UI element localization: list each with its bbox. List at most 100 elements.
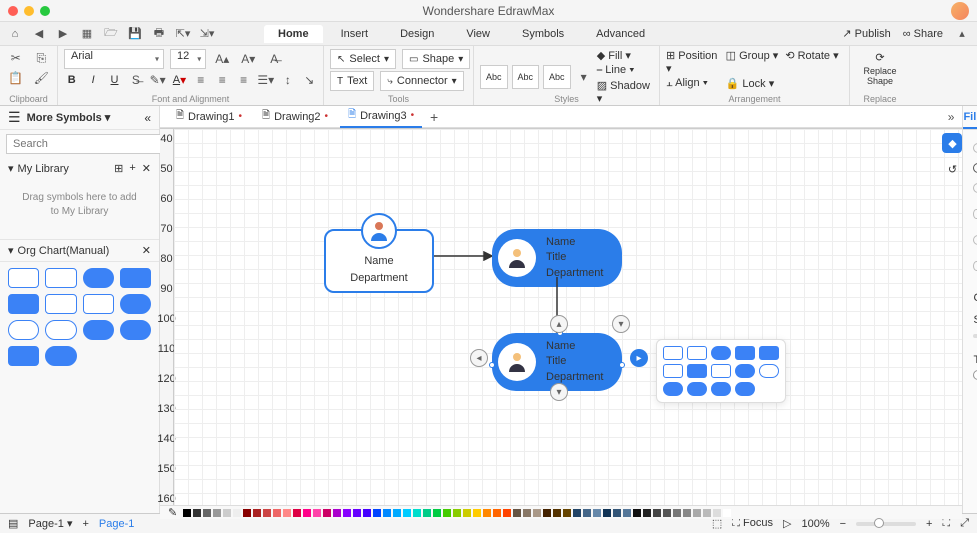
color-swatch[interactable] [443,509,451,517]
shape-item[interactable] [83,320,114,340]
tab-advanced[interactable]: Advanced [582,25,659,43]
text-tool[interactable]: T Text [330,71,374,91]
replace-shape-btn[interactable]: ⟳ Replace Shape [856,49,904,88]
close-tab-icon[interactable]: • [239,111,243,122]
chevron-left-icon[interactable]: ◀ [32,27,46,41]
shape-tool[interactable]: ▭ Shape ▾ [402,49,470,69]
minimize-window[interactable] [24,6,34,16]
tab-view[interactable]: View [452,25,504,43]
paste-icon[interactable]: 📋 [6,69,26,87]
underline-icon[interactable]: U [107,71,122,89]
zoom-value[interactable]: 100% [801,518,829,530]
color-swatch[interactable] [303,509,311,517]
extra-btn[interactable]: ▾ [612,315,630,333]
shape-item[interactable] [45,320,76,340]
new-icon[interactable]: ▦ [80,27,94,41]
page-selector[interactable]: Page-1 ▾ [28,517,72,530]
add-down-btn[interactable]: ▾ [550,383,568,401]
doc-tab[interactable]: 🗎 Drawing2• [254,106,336,127]
color-swatch[interactable] [333,509,341,517]
share-button[interactable]: ∞ Share [903,28,943,40]
lock-btn[interactable]: 🔒 Lock ▾ [726,77,784,90]
color-swatch[interactable] [703,509,711,517]
align-right-icon[interactable]: ≡ [236,71,251,89]
color-swatch[interactable] [293,509,301,517]
fill-option[interactable]: Single color gradient fill [973,198,977,230]
close-lib-icon[interactable]: ✕ [142,162,151,175]
close-section-icon[interactable]: ✕ [142,244,151,257]
font-size-select[interactable]: 12▾ [170,49,206,69]
maximize-window[interactable] [40,6,50,16]
color-swatch[interactable] [453,509,461,517]
home-icon[interactable]: ⌂ [8,27,22,41]
add-tab-btn[interactable]: + [426,109,442,125]
add-page-btn[interactable]: + [82,518,88,530]
connector-tool[interactable]: ⤷ Connector ▾ [380,71,463,91]
more-font-icon[interactable]: ↘ [302,71,317,89]
fill-dropdown[interactable]: ◆ Fill ▾ [597,49,653,62]
doc-tab[interactable]: 🗎 Drawing1• [168,106,250,127]
color-swatch[interactable] [643,509,651,517]
shape-item[interactable] [45,294,76,314]
color-swatch[interactable] [533,509,541,517]
color-swatch[interactable] [473,509,481,517]
mini-shape[interactable] [687,346,707,360]
select-tool[interactable]: ↖ Select ▾ [330,49,396,69]
drawing-canvas[interactable]: NameDepartment NameTitleDepartment NameT… [174,129,962,505]
export-icon[interactable]: ⇱▾ [176,27,190,41]
color-swatch[interactable] [583,509,591,517]
color-swatch[interactable] [683,509,691,517]
mini-shape[interactable] [687,382,707,396]
color-swatch[interactable] [203,509,211,517]
color-swatch[interactable] [263,509,271,517]
pin-icon[interactable]: ⊞ [114,162,123,175]
shape-item[interactable] [8,294,39,314]
bucket-icon[interactable]: ◆ [942,133,962,153]
color-swatch[interactable] [243,509,251,517]
color-swatch[interactable] [673,509,681,517]
add-right-btn[interactable]: ▸ [630,349,648,367]
color-swatch[interactable] [603,509,611,517]
save-icon[interactable]: 💾 [128,27,142,41]
color-swatch[interactable] [213,509,221,517]
color-swatch[interactable] [523,509,531,517]
color-swatch[interactable] [353,509,361,517]
add-icon[interactable]: + [129,162,135,175]
open-icon[interactable]: 🗁 [104,27,118,41]
hamburger-icon[interactable]: ☰ [8,109,21,126]
align-center-icon[interactable]: ≡ [215,71,230,89]
color-swatch[interactable] [653,509,661,517]
publish-button[interactable]: ↗ Publish [842,27,890,40]
color-swatch[interactable] [413,509,421,517]
print-icon[interactable]: 🖶 [152,27,166,41]
user-avatar[interactable] [951,2,969,20]
color-swatch[interactable] [313,509,321,517]
style-more-icon[interactable]: ▾ [575,68,593,86]
tab-symbols[interactable]: Symbols [508,25,578,43]
style-preset-2[interactable]: Abc [512,65,540,89]
color-swatch[interactable] [253,509,261,517]
shade-slider[interactable] [973,334,977,338]
page-tab[interactable]: Page-1 [99,518,134,530]
mini-shape[interactable] [711,382,731,396]
color-swatch[interactable] [663,509,671,517]
color-swatch[interactable] [183,509,191,517]
fill-option[interactable]: No fill [973,138,977,158]
color-swatch[interactable] [503,509,511,517]
add-left-btn[interactable]: ◂ [470,349,488,367]
line-dropdown[interactable]: ⎯ Line ▾ [597,64,653,77]
close-tab-icon[interactable]: • [411,110,415,121]
align-left-icon[interactable]: ≡ [193,71,208,89]
color-swatch[interactable] [273,509,281,517]
expand-props-icon[interactable]: » [948,110,955,124]
org-node-box[interactable]: NameDepartment [324,229,434,293]
fill-option[interactable]: Gradient fill [973,178,977,198]
color-swatch[interactable] [383,509,391,517]
mini-shape[interactable] [711,364,731,378]
add-up-btn[interactable]: ▴ [550,315,568,333]
shape-item[interactable] [8,320,39,340]
mini-shape[interactable] [759,364,779,378]
color-swatch[interactable] [693,509,701,517]
mini-shape[interactable] [711,346,731,360]
color-swatch[interactable] [223,509,231,517]
